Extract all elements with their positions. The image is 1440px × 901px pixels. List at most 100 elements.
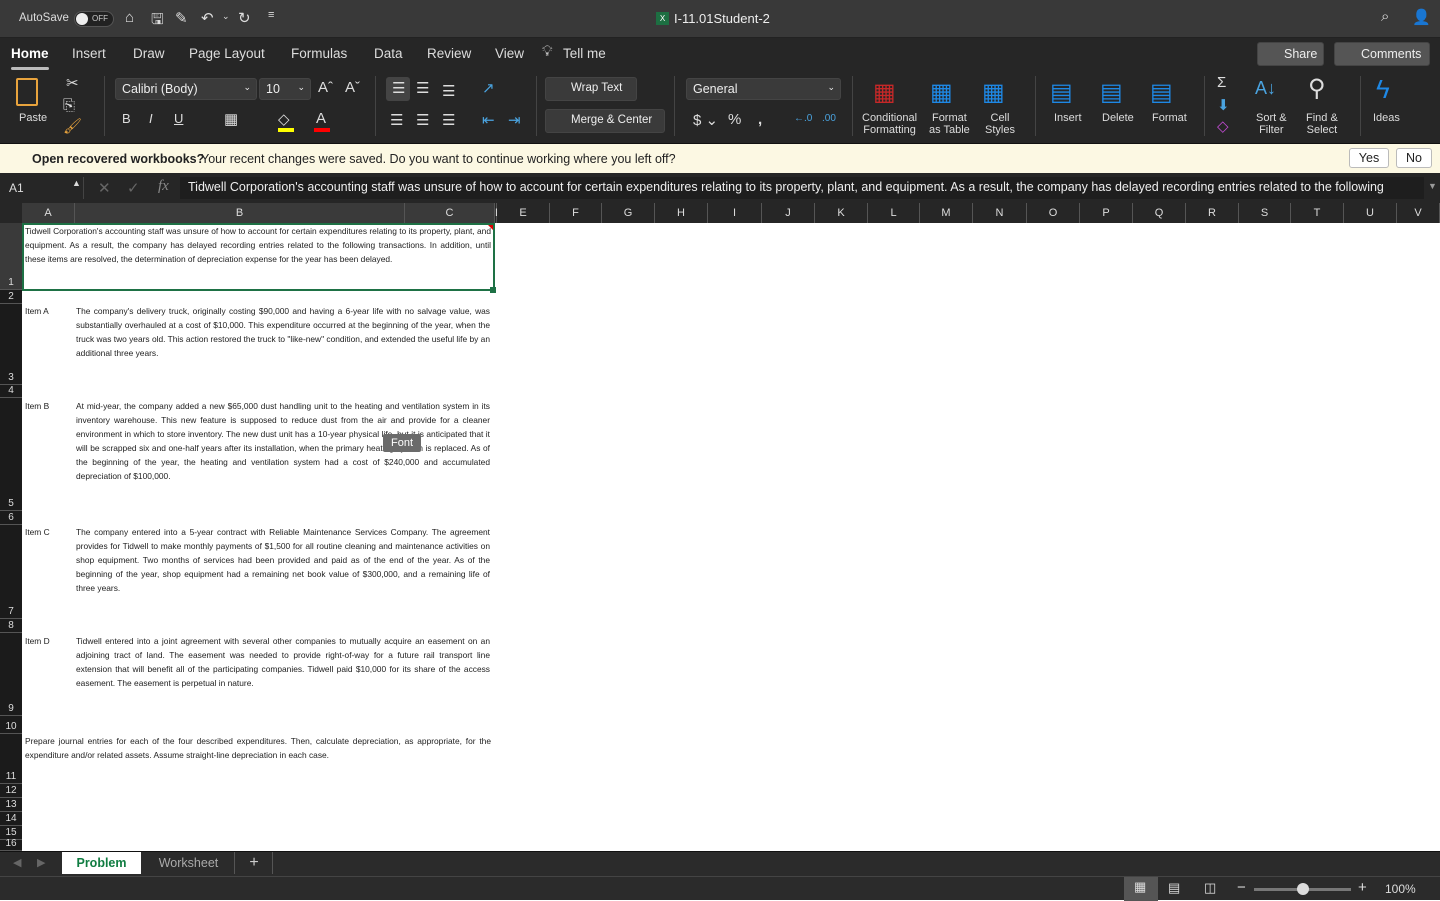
sort-filter-icon[interactable]: A↓ xyxy=(1255,78,1276,99)
comma-style-icon[interactable]: , xyxy=(758,111,762,128)
column-header-l[interactable]: L xyxy=(868,203,920,223)
format-label[interactable]: Format xyxy=(1152,112,1187,124)
tab-data[interactable]: Data xyxy=(374,46,403,61)
clear-icon[interactable]: ◇ xyxy=(1217,117,1229,135)
prev-sheet-icon[interactable]: ◀ xyxy=(13,856,21,869)
select-all-button[interactable] xyxy=(0,203,22,223)
column-header-k[interactable]: K xyxy=(815,203,868,223)
search-icon[interactable]: ⌕ xyxy=(1381,8,1389,25)
redo-icon[interactable]: ↻ xyxy=(238,9,251,27)
paste-icon[interactable] xyxy=(16,78,38,106)
cell-styles-icon[interactable]: ▦ xyxy=(982,78,1005,107)
delete-label[interactable]: Delete xyxy=(1102,112,1134,124)
fill-color-icon[interactable]: ◇ xyxy=(278,110,294,132)
row-header-4[interactable]: 4 xyxy=(0,385,22,398)
underline-icon[interactable]: U xyxy=(174,111,183,126)
font-name-select[interactable]: Calibri (Body) ⌄ xyxy=(115,78,257,100)
tab-page-layout[interactable]: Page Layout xyxy=(189,46,265,61)
fill-handle[interactable] xyxy=(490,287,496,293)
sheet-tab-worksheet[interactable]: Worksheet xyxy=(143,852,235,874)
format-as-table-icon[interactable]: ▦ xyxy=(930,78,953,107)
column-header-s[interactable]: S xyxy=(1239,203,1291,223)
undo-icon[interactable]: ↶ xyxy=(201,9,214,27)
tab-home[interactable]: Home xyxy=(11,46,49,70)
add-sheet-button[interactable]: + xyxy=(236,852,273,874)
column-header-j[interactable]: J xyxy=(762,203,815,223)
item-a-text[interactable]: The company's delivery truck, originally… xyxy=(76,304,490,360)
column-header-t[interactable]: T xyxy=(1291,203,1344,223)
column-header-m[interactable]: M xyxy=(920,203,973,223)
merge-center-button[interactable]: Merge & Center xyxy=(545,109,665,133)
column-header-p[interactable]: P xyxy=(1080,203,1133,223)
align-middle-icon[interactable]: ☰ xyxy=(416,79,429,97)
conditional-formatting-icon[interactable]: ▦ xyxy=(873,78,896,107)
borders-icon[interactable]: ▦ xyxy=(224,110,238,128)
column-header-r[interactable]: R xyxy=(1186,203,1239,223)
chevron-down-icon[interactable]: ⌄ xyxy=(222,11,230,22)
row-header-12[interactable]: 12 xyxy=(0,784,22,798)
column-header-f[interactable]: F xyxy=(550,203,602,223)
row-header-7[interactable]: 7 xyxy=(0,525,22,619)
orientation-icon[interactable]: ↗ xyxy=(482,79,495,97)
column-header-q[interactable]: Q xyxy=(1133,203,1186,223)
cut-icon[interactable]: ✂ xyxy=(66,74,79,92)
zoom-in-icon[interactable]: + xyxy=(1358,879,1367,896)
autosum-icon[interactable]: Σ xyxy=(1217,74,1226,91)
align-top-icon[interactable]: ☰ xyxy=(392,79,405,97)
customize-toolbar-icon[interactable]: ≡ xyxy=(268,9,274,21)
zoom-slider-thumb[interactable] xyxy=(1297,883,1309,895)
delete-cells-icon[interactable]: ▤ xyxy=(1100,78,1123,107)
increase-decimal-icon[interactable]: ←.0 xyxy=(794,113,812,124)
insert-cells-icon[interactable]: ▤ xyxy=(1050,78,1073,107)
tab-formulas[interactable]: Formulas xyxy=(291,46,347,61)
decrease-decimal-icon[interactable]: .00 xyxy=(822,113,836,124)
item-b-label[interactable]: Item B xyxy=(25,399,49,413)
cell-a1-intro[interactable]: Tidwell Corporation's accounting staff w… xyxy=(25,224,491,266)
document-title[interactable]: I-11.01Student-2 xyxy=(674,11,770,26)
item-b-text[interactable]: At mid-year, the company added a new $65… xyxy=(76,399,490,483)
align-left-icon[interactable]: ☰ xyxy=(390,111,403,129)
row-header-2[interactable]: 2 xyxy=(0,290,22,304)
currency-icon[interactable]: $ ⌄ xyxy=(693,111,718,129)
cancel-icon[interactable]: ✕ xyxy=(98,179,111,197)
percent-icon[interactable]: % xyxy=(728,111,741,128)
sheet-tab-problem[interactable]: Problem xyxy=(62,852,141,874)
column-header-n[interactable]: N xyxy=(973,203,1027,223)
ideas-label[interactable]: Ideas xyxy=(1373,112,1400,124)
tab-insert[interactable]: Insert xyxy=(72,46,106,61)
instructions-text[interactable]: Prepare journal entries for each of the … xyxy=(25,734,491,762)
column-header-a[interactable]: A xyxy=(22,203,75,223)
zoom-level[interactable]: 100% xyxy=(1385,882,1416,896)
row-header-14[interactable]: 14 xyxy=(0,812,22,826)
conditional-formatting-label[interactable]: Conditional Formatting xyxy=(862,112,917,136)
expand-formula-icon[interactable]: ▼ xyxy=(1428,181,1437,191)
row-header-3[interactable]: 3 xyxy=(0,304,22,385)
paste-label[interactable]: Paste xyxy=(19,112,47,124)
enter-icon[interactable]: ✓ xyxy=(127,179,140,197)
column-header-i[interactable]: I xyxy=(708,203,762,223)
find-select-icon[interactable]: ⚲ xyxy=(1308,74,1326,103)
name-box-stepper-icon[interactable]: ▲ xyxy=(72,178,81,188)
item-d-label[interactable]: Item D xyxy=(25,634,50,648)
column-header-u[interactable]: U xyxy=(1344,203,1397,223)
sort-filter-label[interactable]: Sort & Filter xyxy=(1256,112,1287,136)
row-header-13[interactable]: 13 xyxy=(0,798,22,812)
align-center-icon[interactable]: ☰ xyxy=(416,111,429,129)
row-header-9[interactable]: 9 xyxy=(0,633,22,716)
item-c-label[interactable]: Item C xyxy=(25,525,50,539)
row-header-1[interactable]: 1 xyxy=(0,223,22,290)
formula-input[interactable]: Tidwell Corporation's accounting staff w… xyxy=(180,177,1424,199)
item-a-label[interactable]: Item A xyxy=(25,304,49,318)
home-icon[interactable]: ⌂ xyxy=(125,9,134,26)
page-layout-view-icon[interactable]: ▤ xyxy=(1168,880,1180,896)
autosave-toggle[interactable]: OFF xyxy=(74,11,114,27)
save-icon[interactable]: 🖫 xyxy=(151,9,164,34)
tab-view[interactable]: View xyxy=(495,46,524,61)
column-header-g[interactable]: G xyxy=(602,203,655,223)
no-button[interactable]: No xyxy=(1396,148,1432,168)
bold-icon[interactable]: B xyxy=(122,111,131,126)
wrap-text-button[interactable]: Wrap Text xyxy=(545,77,637,101)
decrease-font-icon[interactable]: Aˇ xyxy=(345,79,360,96)
align-right-icon[interactable]: ☰ xyxy=(442,111,455,129)
decrease-indent-icon[interactable]: ⇤ xyxy=(482,111,495,129)
